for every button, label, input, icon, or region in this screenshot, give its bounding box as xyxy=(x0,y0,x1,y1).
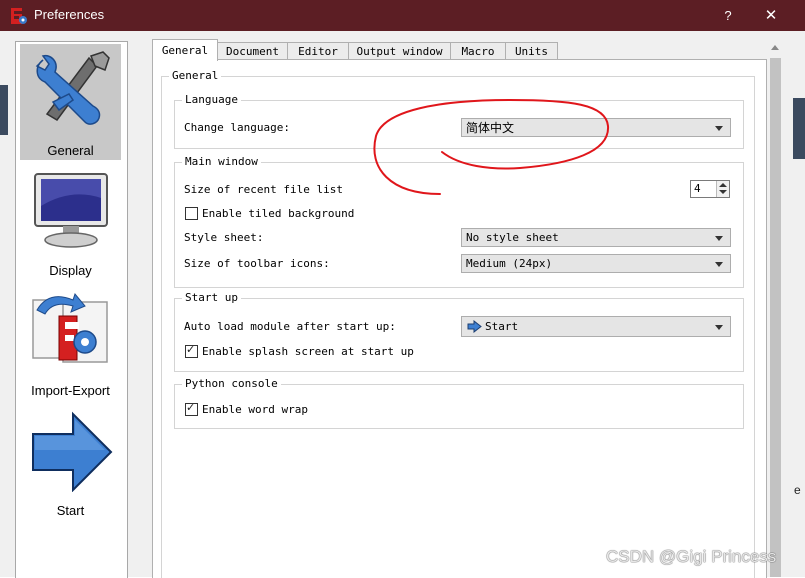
change-language-label: Change language: xyxy=(184,121,290,134)
spin-up-icon[interactable] xyxy=(719,183,727,187)
arrow-right-icon xyxy=(32,411,113,492)
chevron-down-icon xyxy=(715,126,723,131)
sidebar-item-label: Import-Export xyxy=(31,383,110,398)
sidebar-item-general[interactable]: General xyxy=(20,44,121,160)
group-title: Python console xyxy=(182,377,281,391)
sidebar-item-label: Start xyxy=(56,503,85,518)
recent-file-list-spinbox[interactable]: 4 xyxy=(690,180,730,198)
word-wrap-checkbox[interactable]: ✓ xyxy=(185,401,198,416)
scroll-up-icon[interactable] xyxy=(771,45,779,50)
sidebar-item-import-export[interactable]: Import-Export xyxy=(20,284,121,400)
group-title: Language xyxy=(182,93,241,107)
tiled-background-label: Enable tiled background xyxy=(202,207,355,220)
group-title: General xyxy=(169,69,222,83)
spin-down-icon[interactable] xyxy=(719,190,727,194)
auto-load-module-label: Auto load module after start up: xyxy=(184,320,396,333)
toolbar-icon-size-select[interactable]: Medium (24px) xyxy=(461,254,731,273)
splash-screen-label: Enable splash screen at start up xyxy=(202,345,414,358)
close-button[interactable]: ✕ xyxy=(756,0,786,31)
language-select[interactable]: 简体中文 xyxy=(461,118,731,137)
toolbar-icon-size-label: Size of toolbar icons: xyxy=(184,257,330,270)
auto-load-module-value: Start xyxy=(485,320,519,333)
sidebar-item-display[interactable]: Display xyxy=(20,164,121,280)
style-sheet-select[interactable]: No style sheet xyxy=(461,228,731,247)
chevron-down-icon xyxy=(715,236,723,241)
freecad-app-icon xyxy=(11,8,27,24)
watermark-text: CSDN @Gigi Princess xyxy=(606,547,777,566)
group-title: Main window xyxy=(182,155,261,169)
chevron-down-icon xyxy=(715,325,723,330)
checkmark-icon: ✓ xyxy=(186,401,196,414)
chevron-down-icon xyxy=(715,262,723,267)
word-wrap-label: Enable word wrap xyxy=(202,403,308,416)
wrench-screwdriver-icon xyxy=(35,51,110,125)
style-sheet-label: Style sheet: xyxy=(184,231,264,244)
preferences-sidebar: General Display Import-Export Start xyxy=(15,41,128,578)
sidebar-item-start[interactable]: Start xyxy=(20,404,121,520)
tab-macro[interactable]: Macro xyxy=(450,42,506,60)
tab-editor[interactable]: Editor xyxy=(287,42,349,60)
tab-general[interactable]: General xyxy=(152,39,218,61)
background-window-right-strip xyxy=(793,98,805,159)
title-bar: Preferences ? ✕ xyxy=(0,0,805,31)
recent-file-list-label: Size of recent file list xyxy=(184,183,343,196)
toolbar-icon-size-value: Medium (24px) xyxy=(466,257,553,270)
tab-output-window[interactable]: Output window xyxy=(348,42,451,60)
checkmark-icon: ✓ xyxy=(186,343,196,356)
tiled-background-checkbox[interactable] xyxy=(185,207,198,220)
splash-screen-checkbox[interactable]: ✓ xyxy=(185,343,198,358)
background-window-left-strip xyxy=(0,85,8,135)
window-title: Preferences xyxy=(34,7,105,22)
tab-units[interactable]: Units xyxy=(505,42,558,60)
auto-load-module-select[interactable]: Start xyxy=(461,316,731,337)
tab-document[interactable]: Document xyxy=(217,42,288,60)
monitor-icon xyxy=(34,173,108,248)
import-export-icon xyxy=(32,292,108,363)
group-title: Start up xyxy=(182,291,241,305)
language-select-value: 简体中文 xyxy=(466,121,515,135)
background-text: e xyxy=(794,483,801,497)
style-sheet-value: No style sheet xyxy=(466,231,559,244)
sidebar-item-label: General xyxy=(47,143,94,158)
spin-buttons[interactable] xyxy=(716,181,729,197)
vertical-scrollbar[interactable] xyxy=(767,41,784,577)
start-arrow-icon xyxy=(467,320,482,333)
help-button[interactable]: ? xyxy=(716,0,740,31)
scrollbar-thumb[interactable] xyxy=(770,58,781,577)
recent-file-list-value: 4 xyxy=(694,182,701,195)
sidebar-item-label: Display xyxy=(49,263,92,278)
